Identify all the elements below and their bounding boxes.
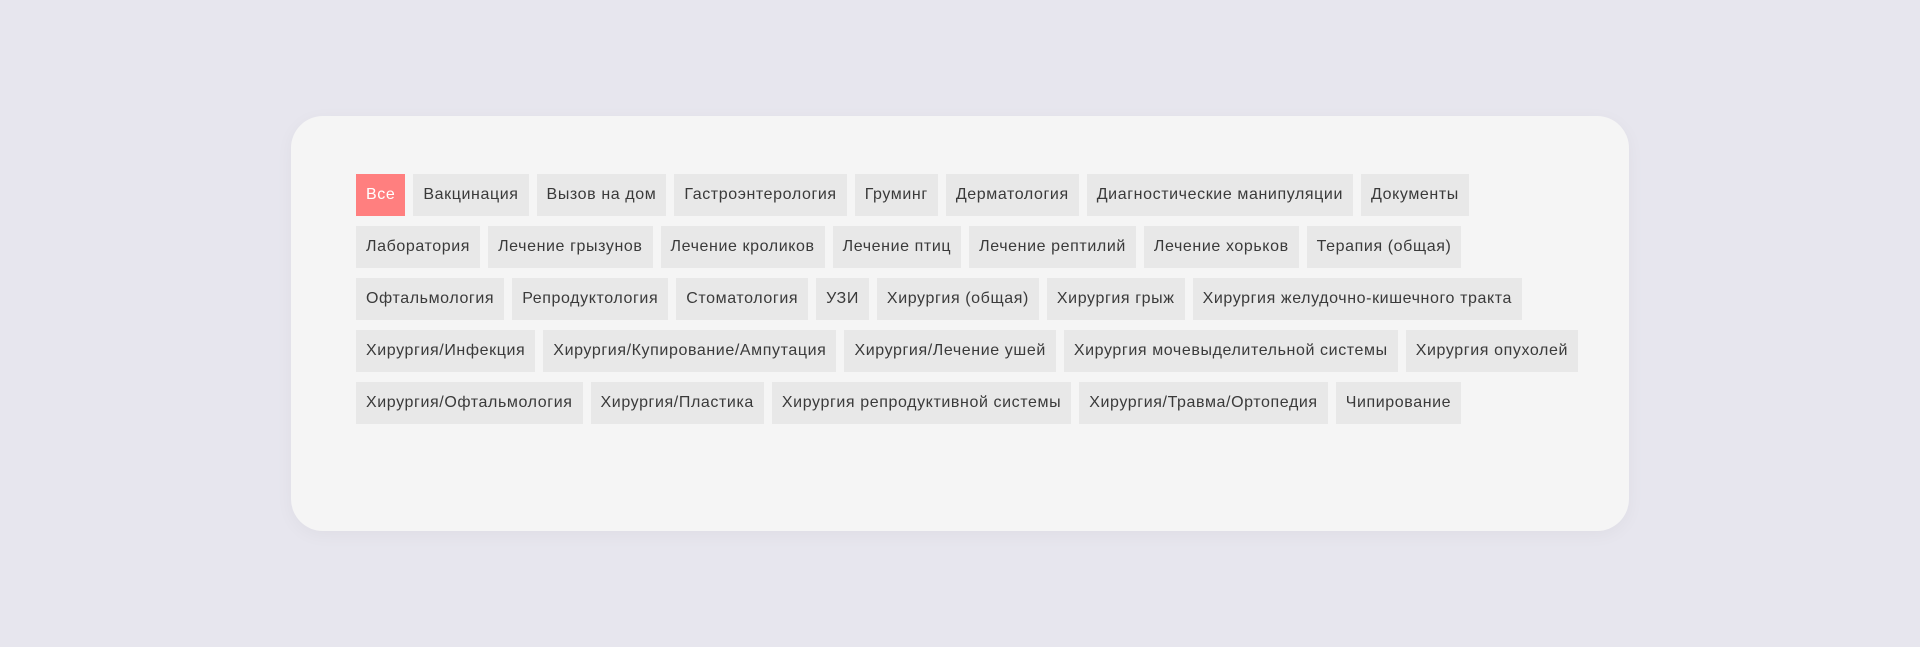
filter-tag[interactable]: Дерматология bbox=[945, 174, 1079, 216]
filter-tag[interactable]: Лечение кроликов bbox=[660, 226, 825, 268]
filter-tag[interactable]: Хирургия/Пластика bbox=[590, 382, 764, 424]
filter-tag[interactable]: Хирургия мочевыделительной системы bbox=[1063, 330, 1398, 372]
filter-tag[interactable]: Хирургия репродуктивной системы bbox=[771, 382, 1072, 424]
filter-tag[interactable]: Лечение грызунов bbox=[488, 226, 653, 268]
filter-tag[interactable]: Хирургия/Купирование/Ампутация bbox=[543, 330, 837, 372]
filter-tag[interactable]: Хирургия/Лечение ушей bbox=[844, 330, 1056, 372]
filter-tag[interactable]: Хирургия опухолей bbox=[1405, 330, 1578, 372]
filter-tag[interactable]: Репродуктология bbox=[512, 278, 669, 320]
filter-tag[interactable]: Офтальмология bbox=[356, 278, 505, 320]
filter-tag[interactable]: Груминг bbox=[854, 174, 938, 216]
filter-tag-all[interactable]: Все bbox=[356, 174, 406, 216]
filter-tag[interactable]: Хирургия/Офтальмология bbox=[356, 382, 583, 424]
filter-tag[interactable]: Хирургия грыж bbox=[1046, 278, 1185, 320]
filter-tag[interactable]: Терапия (общая) bbox=[1306, 226, 1462, 268]
filter-tag[interactable]: Чипирование bbox=[1335, 382, 1462, 424]
filter-tag[interactable]: Лаборатория bbox=[356, 226, 481, 268]
filter-tag[interactable]: Лечение хорьков bbox=[1143, 226, 1299, 268]
filter-tag[interactable]: Хирургия/Травма/Ортопедия bbox=[1079, 382, 1328, 424]
filter-tag[interactable]: Гастроэнтерология bbox=[674, 174, 847, 216]
filter-tag[interactable]: Хирургия желудочно-кишечного тракта bbox=[1192, 278, 1523, 320]
category-filter-list: Все Вакцинация Вызов на дом Гастроэнтеролог… bbox=[356, 174, 1586, 424]
filter-tag[interactable]: Хирургия/Инфекция bbox=[356, 330, 536, 372]
filter-card: Все Вакцинация Вызов на дом Гастроэнтеролог… bbox=[291, 116, 1629, 531]
filter-tag[interactable]: Документы bbox=[1361, 174, 1469, 216]
filter-tag[interactable]: Диагностические манипуляции bbox=[1086, 174, 1353, 216]
filter-tag[interactable]: Лечение птиц bbox=[832, 226, 962, 268]
filter-tag[interactable]: Хирургия (общая) bbox=[876, 278, 1039, 320]
filter-tag[interactable]: УЗИ bbox=[816, 278, 869, 320]
filter-tag[interactable]: Лечение рептилий bbox=[969, 226, 1136, 268]
filter-tag[interactable]: Стоматология bbox=[676, 278, 809, 320]
filter-tag[interactable]: Вакцинация bbox=[413, 174, 529, 216]
filter-tag[interactable]: Вызов на дом bbox=[536, 174, 667, 216]
